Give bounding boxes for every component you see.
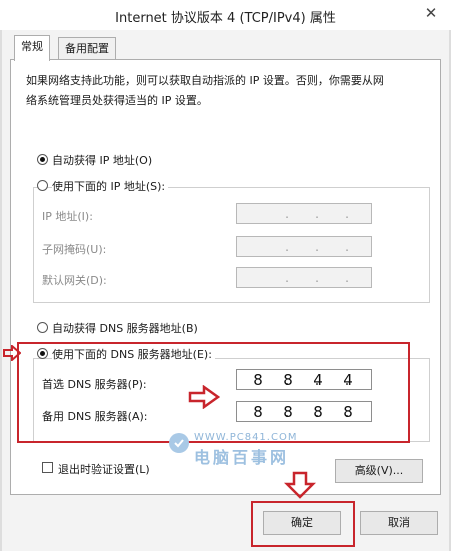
auto-ip-radio[interactable] <box>37 154 48 165</box>
manual-ip-label: 使用下面的 IP 地址(S): <box>52 178 169 194</box>
advanced-button[interactable]: 高级(V)... <box>335 459 423 483</box>
red-arrow-down-icon <box>283 471 317 499</box>
watermark-name: 电脑百事网 <box>194 448 290 467</box>
auto-dns-radio[interactable] <box>37 322 48 333</box>
cancel-button[interactable]: 取消 <box>360 511 438 535</box>
subnet-mask-field: ... <box>236 236 372 257</box>
auto-ip-label: 自动获得 IP 地址(O) <box>52 154 153 167</box>
default-gateway-label: 默认网关(D): <box>42 274 107 287</box>
window-frame-left <box>0 30 2 551</box>
watermark-url: WWW.PC841.COM <box>194 432 298 443</box>
red-arrow-right-icon <box>188 384 221 410</box>
ip-address-field: ... <box>236 203 372 224</box>
tab-alternate-config[interactable]: 备用配置 <box>58 37 116 60</box>
description-line-1: 如果网络支持此功能，则可以获取自动指派的 IP 设置。否则，你需要从网 <box>26 74 384 87</box>
validate-on-exit-label: 退出时验证设置(L) <box>58 463 150 476</box>
auto-dns-label: 自动获得 DNS 服务器地址(B) <box>52 322 198 335</box>
close-icon[interactable]: ✕ <box>414 2 448 24</box>
subnet-mask-label: 子网掩码(U): <box>42 243 107 256</box>
default-gateway-field: ... <box>236 267 372 288</box>
ip-address-label: IP 地址(I): <box>42 210 93 223</box>
description-line-2: 络系统管理员处获得适当的 IP 设置。 <box>26 94 208 107</box>
watermark-logo-icon <box>168 432 190 454</box>
red-arrow-right-icon <box>3 343 22 363</box>
ok-highlight-box <box>251 501 355 547</box>
tab-general[interactable]: 常规 <box>14 35 50 61</box>
window-title: Internet 协议版本 4 (TCP/IPv4) 属性 <box>115 11 336 26</box>
validate-on-exit-checkbox[interactable] <box>42 462 53 473</box>
manual-ip-radio[interactable] <box>37 180 48 191</box>
